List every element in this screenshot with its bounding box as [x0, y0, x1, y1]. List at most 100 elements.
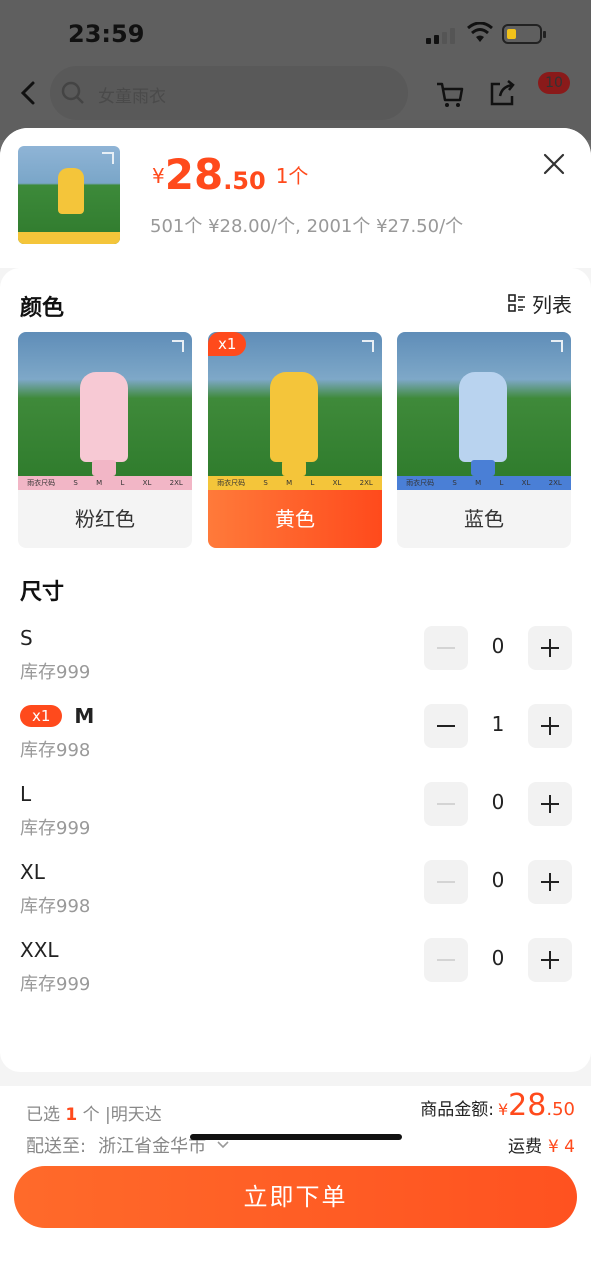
size-row-m: x1 M 库存998 1	[0, 704, 591, 772]
decrease-button[interactable]	[424, 626, 468, 670]
product-nav-bar: 女童雨衣 10	[0, 66, 591, 122]
list-toggle-label: 列表	[532, 292, 572, 317]
battery-icon	[502, 24, 546, 44]
minus-icon	[437, 725, 455, 727]
strip-size: L	[310, 479, 315, 487]
selected-count-badge: x1	[20, 705, 63, 727]
strip-size: 2XL	[548, 479, 562, 487]
minus-icon	[437, 881, 455, 883]
size-name: XXL	[20, 938, 59, 962]
ship-label: 配送至:	[26, 1136, 87, 1157]
order-footer: 已选 1 个 |明天达 配送至: 浙江省金华市 商品金额: ¥28.50 运费 ¥ 4…	[0, 1086, 591, 1280]
quantity-stepper: 0	[424, 626, 572, 672]
list-view-toggle[interactable]: 列表	[508, 288, 572, 318]
search-icon	[61, 81, 84, 104]
list-icon	[508, 294, 525, 312]
decrease-button[interactable]	[424, 938, 468, 982]
freight-value: ¥ 4	[547, 1137, 575, 1157]
strip-size: S	[452, 479, 457, 487]
strip-size: S	[73, 479, 78, 487]
color-label: 粉红色	[75, 507, 135, 531]
price-integer: 28	[164, 150, 224, 199]
quantity-value[interactable]: 1	[468, 712, 528, 736]
size-label: S	[20, 626, 33, 650]
cart-icon[interactable]	[434, 78, 466, 110]
plus-icon-stroke	[549, 717, 551, 735]
quantity-value[interactable]: 0	[468, 946, 528, 970]
selected-quantity: 1个	[275, 164, 309, 188]
amount-integer: 28	[508, 1088, 547, 1123]
minus-icon	[437, 959, 455, 961]
strip-size: M	[286, 479, 293, 487]
size-row-l: L 库存999 0	[0, 782, 591, 850]
status-time: 23:59	[68, 20, 145, 48]
increase-button[interactable]	[528, 782, 572, 826]
strip-size: L	[499, 479, 504, 487]
expand-icon[interactable]	[551, 340, 563, 352]
decrease-button[interactable]	[424, 782, 468, 826]
strip-label: 雨衣尺码	[27, 479, 56, 487]
increase-button[interactable]	[528, 626, 572, 670]
search-input[interactable]: 女童雨衣	[50, 66, 408, 120]
size-name: XL	[20, 860, 45, 884]
share-icon[interactable]	[486, 78, 518, 110]
chevron-down-icon	[217, 1141, 229, 1149]
color-photo: 雨衣尺码 S M L XL 2XL	[397, 332, 571, 490]
search-placeholder: 女童雨衣	[98, 87, 166, 107]
size-row-xl: XL 库存998 0	[0, 860, 591, 928]
color-option-blue[interactable]: 雨衣尺码 S M L XL 2XL 蓝色	[397, 332, 571, 548]
quantity-value[interactable]: 0	[468, 790, 528, 814]
back-icon[interactable]	[14, 78, 44, 108]
close-icon[interactable]	[538, 148, 570, 180]
minus-icon	[437, 803, 455, 805]
strip-size: XL	[521, 479, 531, 487]
freight: 运费 ¥ 4	[508, 1132, 575, 1157]
expand-icon[interactable]	[362, 340, 374, 352]
strip-size: L	[120, 479, 125, 487]
size-name: L	[20, 782, 31, 806]
place-order-button[interactable]: 立即下单	[14, 1166, 577, 1228]
size-row-xxl: XXL 库存999 0	[0, 938, 591, 1006]
quantity-value[interactable]: 0	[468, 634, 528, 658]
unit-price: ¥28.50 1个	[152, 150, 309, 199]
color-option-yellow[interactable]: 雨衣尺码 S M L XL 2XL 黄色 x1	[208, 332, 382, 548]
ship-address: 浙江省金华市	[98, 1136, 207, 1157]
size-strip: 雨衣尺码 S M L XL 2XL	[397, 476, 571, 490]
sheet-header: ¥28.50 1个 501个 ¥28.00/个, 2001个 ¥27.50/个	[0, 128, 591, 268]
plus-icon-stroke	[549, 873, 551, 891]
strip-size: M	[475, 479, 482, 487]
quantity-stepper: 0	[424, 938, 572, 984]
color-option-pink[interactable]: 雨衣尺码 S M L XL 2XL 粉红色	[18, 332, 192, 548]
increase-button[interactable]	[528, 704, 572, 748]
options-card: 颜色 列表 雨衣尺码 S M L XL 2XL 粉红色 雨衣尺码 S M L X…	[0, 268, 591, 1072]
size-strip: 雨衣尺码 S M L XL 2XL	[18, 476, 192, 490]
stock-count: 库存999	[20, 662, 91, 683]
quantity-stepper: 1	[424, 704, 572, 750]
decrease-button[interactable]	[424, 704, 468, 748]
selected-prefix: 已选	[26, 1105, 60, 1125]
selected-count: 1	[65, 1105, 78, 1125]
minus-icon	[437, 647, 455, 649]
message-count-badge[interactable]: 10	[538, 72, 570, 94]
strip-size: S	[263, 479, 268, 487]
color-label: 黄色	[208, 490, 382, 548]
increase-button[interactable]	[528, 938, 572, 982]
product-thumbnail[interactable]	[18, 146, 120, 244]
size-section-title: 尺寸	[20, 580, 65, 605]
plus-icon-stroke	[549, 795, 551, 813]
size-label: XXL	[20, 938, 59, 962]
size-label: L	[20, 782, 32, 806]
stock-count: 库存999	[20, 974, 91, 995]
color-photo: 雨衣尺码 S M L XL 2XL	[18, 332, 192, 490]
expand-icon[interactable]	[172, 340, 184, 352]
amount-decimal: .50	[546, 1099, 575, 1120]
decrease-button[interactable]	[424, 860, 468, 904]
strip-size: 2XL	[169, 479, 183, 487]
strip-label: 雨衣尺码	[406, 479, 435, 487]
boots	[471, 460, 495, 476]
strip-label: 雨衣尺码	[217, 479, 246, 487]
quantity-value[interactable]: 0	[468, 868, 528, 892]
total-amount: 商品金额: ¥28.50	[420, 1088, 575, 1123]
increase-button[interactable]	[528, 860, 572, 904]
quantity-stepper: 0	[424, 860, 572, 906]
